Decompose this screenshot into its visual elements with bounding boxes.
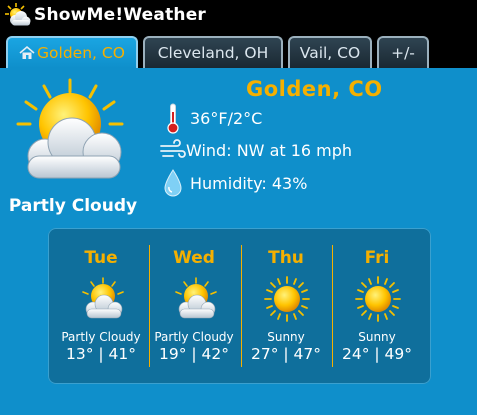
forecast-day-name: Fri	[364, 248, 390, 268]
wind-value: Wind: NW at 16 mph	[186, 140, 353, 160]
forecast-day-name: Wed	[173, 248, 215, 268]
humidity-value: Humidity: 43%	[190, 173, 308, 193]
tab-label: Vail, CO	[299, 44, 361, 62]
current-condition: Partly Cloudy	[8, 196, 138, 216]
home-icon	[19, 45, 35, 59]
temperature-value: 36°F/2°C	[190, 108, 263, 128]
forecast-condition: Partly Cloudy	[154, 330, 234, 344]
humidity-row: Humidity: 43%	[160, 167, 307, 199]
tab-golden-co[interactable]: Golden, CO	[6, 36, 138, 68]
tab-add-remove[interactable]: +/-	[377, 36, 429, 68]
forecast-day: Fri Sunny 24° | 49°	[331, 228, 423, 384]
tab-cleveland-oh[interactable]: Cleveland, OH	[143, 36, 283, 68]
title-bar: ShowMe!Weather	[0, 0, 477, 30]
forecast-day: Thu Sunny 27° | 47°	[240, 228, 332, 384]
tab-label: Golden, CO	[37, 44, 125, 62]
wind-row: Wind: NW at 16 mph	[160, 134, 352, 166]
temperature-row: 36°F/2°C	[160, 102, 262, 134]
forecast-temps: 13° | 41°	[65, 345, 137, 363]
forecast-condition: Partly Cloudy	[61, 330, 141, 344]
forecast-day: Tue Partly Cloudy 13° | 41°	[55, 228, 147, 384]
wind-icon	[160, 139, 186, 158]
forecast-condition: Sunny	[358, 330, 396, 344]
partly-cloudy-icon	[82, 277, 124, 319]
forecast-panel: Tue Partly Cloudy 13° | 41° Wed Partly C…	[48, 228, 431, 384]
partly-cloudy-icon	[16, 78, 124, 179]
tab-vail-co[interactable]: Vail, CO	[288, 36, 372, 68]
forecast-day-name: Thu	[268, 248, 304, 268]
sunny-icon	[355, 276, 401, 322]
forecast-temps: 24° | 49°	[341, 345, 413, 363]
water-drop-icon	[164, 169, 182, 197]
forecast-temps: 19° | 42°	[158, 345, 230, 363]
thermometer-icon	[167, 103, 179, 134]
app-title: ShowMe!Weather	[34, 5, 207, 25]
partly-cloudy-app-icon	[5, 3, 31, 26]
partly-cloudy-icon	[175, 277, 217, 319]
sunny-icon	[264, 276, 310, 322]
forecast-temps: 27° | 47°	[250, 345, 322, 363]
current-city: Golden, CO	[246, 77, 383, 101]
forecast-condition: Sunny	[267, 330, 305, 344]
tab-label: Cleveland, OH	[157, 44, 269, 62]
tab-label: +/-	[391, 44, 415, 62]
forecast-day-name: Tue	[84, 248, 118, 268]
location-tabs: Golden, CO Cleveland, OH Vail, CO +/-	[0, 30, 477, 68]
forecast-day: Wed Partly Cloudy 19° | 42°	[148, 228, 240, 384]
